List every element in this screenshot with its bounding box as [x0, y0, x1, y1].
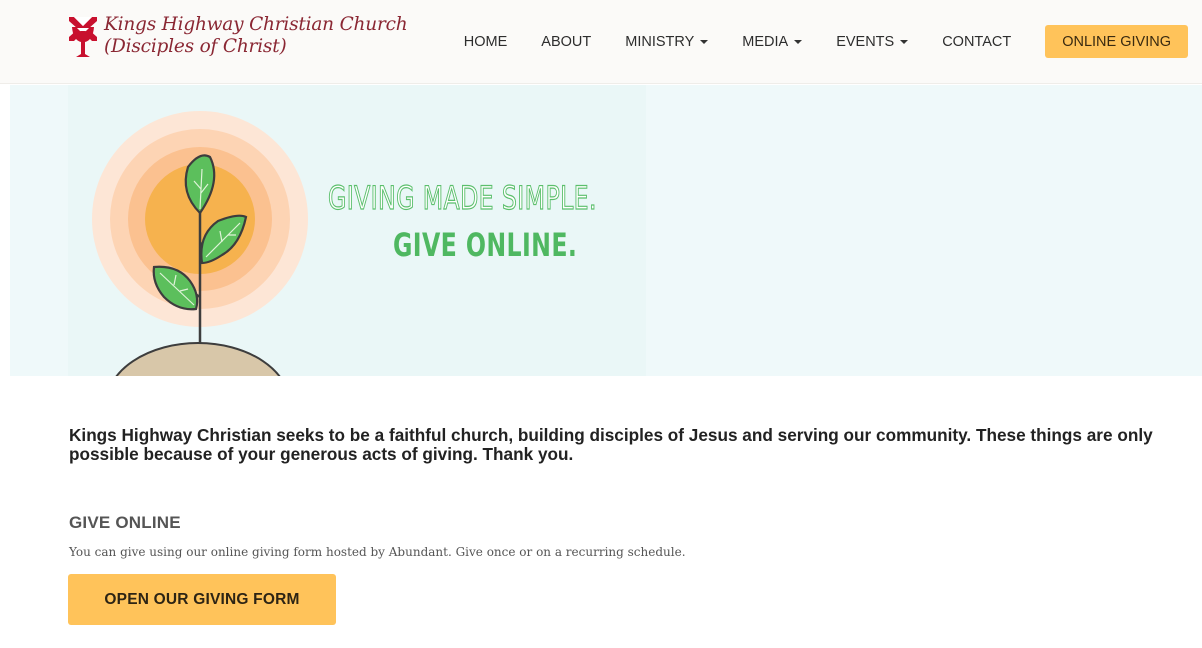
- caret-down-icon: [900, 40, 909, 44]
- church-logo[interactable]: Kings Highway Christian Church (Disciple…: [68, 14, 408, 62]
- open-giving-form-button[interactable]: OPEN OUR GIVING FORM: [68, 574, 336, 625]
- intro-text: Kings Highway Christian seeks to be a fa…: [69, 425, 1153, 464]
- nav-home[interactable]: HOME: [464, 25, 508, 58]
- caret-down-icon: [700, 40, 709, 44]
- nav-ministry[interactable]: MINISTRY: [625, 25, 709, 58]
- site-header: Kings Highway Christian Church (Disciple…: [0, 0, 1202, 84]
- nav-contact-label: CONTACT: [942, 33, 1012, 50]
- give-online-heading: GIVE ONLINE: [69, 513, 181, 532]
- nav-events-label: EVENTS: [836, 33, 895, 50]
- nav-contact[interactable]: CONTACT: [942, 25, 1011, 58]
- main-nav: HOME ABOUT MINISTRY MEDIA EVENTS CONTACT…: [464, 25, 1188, 58]
- open-giving-form-label: OPEN OUR GIVING FORM: [104, 590, 300, 608]
- nav-about[interactable]: ABOUT: [541, 25, 591, 58]
- online-giving-button[interactable]: ONLINE GIVING: [1045, 25, 1188, 58]
- nav-media-label: MEDIA: [742, 33, 789, 50]
- brand-name: Kings Highway Christian Church: [104, 14, 408, 35]
- caret-down-icon: [794, 40, 803, 44]
- give-online-description: You can give using our online giving for…: [69, 545, 686, 559]
- online-giving-label: ONLINE GIVING: [1062, 33, 1171, 50]
- hero-tagline: GIVING MADE SIMPLE.: [328, 178, 597, 217]
- nav-events[interactable]: EVENTS: [836, 25, 909, 58]
- nav-ministry-label: MINISTRY: [625, 33, 695, 50]
- nav-media[interactable]: MEDIA: [742, 25, 803, 58]
- hero-headline: GIVE ONLINE.: [393, 226, 578, 264]
- chalice-logo-icon: [69, 17, 97, 57]
- hero-banner: GIVING MADE SIMPLE. GIVE ONLINE.: [10, 85, 1202, 376]
- nav-home-label: HOME: [463, 33, 508, 50]
- brand-subtitle: (Disciples of Christ): [104, 36, 287, 57]
- nav-about-label: ABOUT: [541, 33, 592, 50]
